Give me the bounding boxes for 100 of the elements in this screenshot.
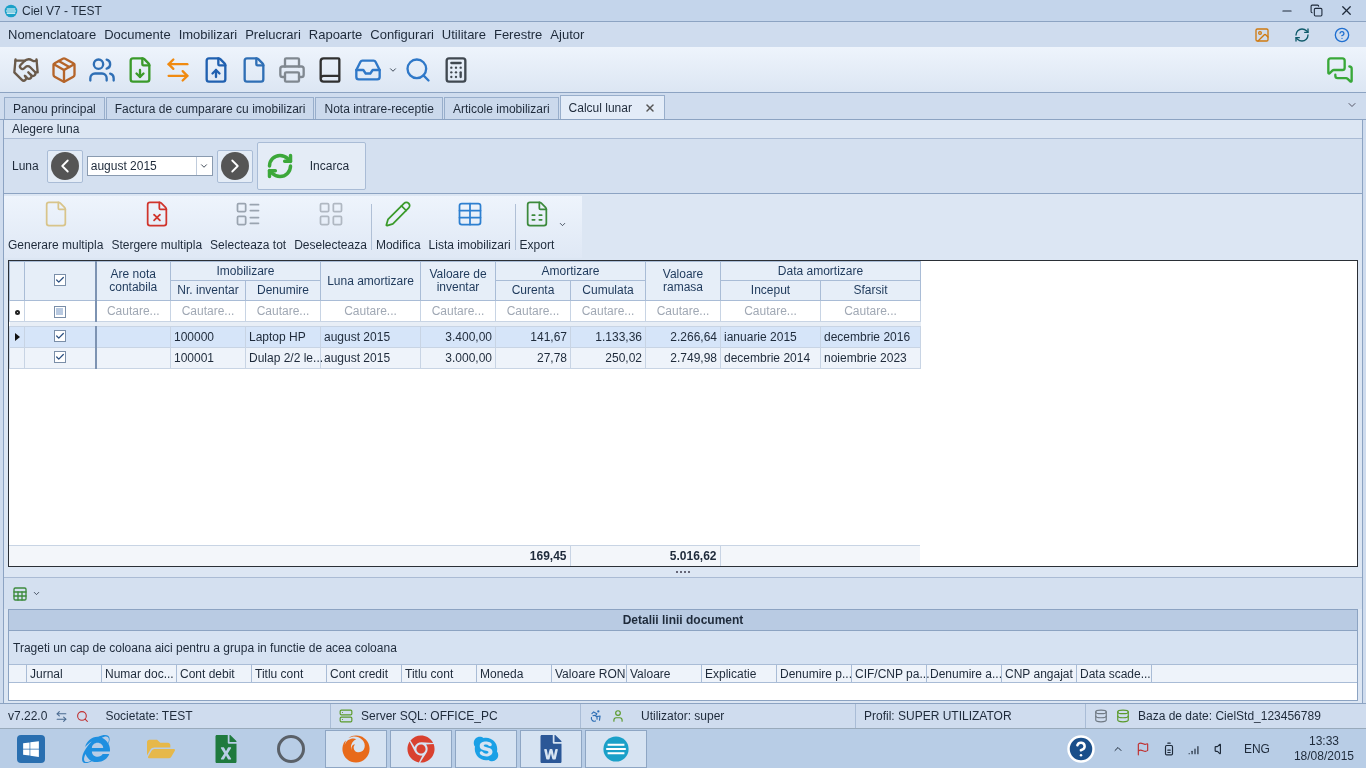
column-header[interactable]: Valoare RON bbox=[552, 665, 627, 682]
group-hint: Trageti un cap de coloana aici pentru a grupa in functie de acea coloana bbox=[13, 639, 397, 657]
table-cell: decembrie 2014 bbox=[724, 351, 811, 365]
panel-title: Detalii linii document bbox=[622, 612, 744, 629]
flag-icon[interactable] bbox=[1135, 741, 1150, 756]
column-header[interactable]: Valoare bbox=[627, 665, 702, 682]
toolbar-button[interactable]: Modifica bbox=[371, 196, 425, 258]
month-dropdown[interactable]: august 2015 bbox=[86, 156, 213, 176]
previous-button[interactable] bbox=[46, 149, 83, 183]
image-icon[interactable] bbox=[1254, 26, 1270, 43]
menu-item[interactable]: Utilitare bbox=[437, 24, 490, 45]
table-cell: Dulap 2/2 le... bbox=[249, 351, 324, 365]
restore-icon[interactable] bbox=[1310, 4, 1323, 17]
table-cell: 1.133,36 bbox=[595, 330, 642, 344]
column-header[interactable]: Moneda bbox=[477, 665, 552, 682]
pencil-icon bbox=[384, 200, 413, 228]
help-icon[interactable] bbox=[1334, 26, 1350, 43]
column-header[interactable]: Valoare ramasa bbox=[645, 261, 721, 301]
toolbar-button[interactable]: Deselecteaza bbox=[290, 196, 371, 258]
status-text: Profil: SUPER UTILIZATOR bbox=[864, 708, 1012, 725]
taskbar-button[interactable] bbox=[325, 729, 387, 768]
sheet-icon bbox=[12, 585, 28, 602]
table-cell: august 2015 bbox=[324, 351, 391, 365]
menu-item[interactable]: Prelucrari bbox=[241, 24, 305, 45]
menu-item[interactable]: Imobilizari bbox=[174, 24, 242, 45]
column-header[interactable]: Numar doc... bbox=[102, 665, 177, 682]
column-header[interactable]: Explicatie bbox=[702, 665, 777, 682]
table-cell: 100000 bbox=[174, 330, 215, 344]
app-logo-icon bbox=[602, 734, 630, 763]
checkbox[interactable] bbox=[53, 351, 66, 363]
circle-logo-icon bbox=[277, 734, 305, 763]
language-indicator[interactable]: ENG bbox=[1243, 739, 1270, 758]
column-header[interactable]: CNP angajat bbox=[1002, 665, 1077, 682]
table-cell: noiembrie 2023 bbox=[824, 351, 907, 365]
panel-title: Alegere luna bbox=[12, 121, 80, 138]
tab[interactable]: Panou principal bbox=[4, 97, 105, 119]
table-cell: 27,78 bbox=[536, 351, 567, 365]
field-label: Luna bbox=[12, 158, 39, 175]
column-header[interactable]: Jurnal bbox=[27, 665, 102, 682]
help-icon[interactable] bbox=[1065, 733, 1096, 764]
tab[interactable]: Articole imobilizari bbox=[443, 97, 559, 119]
checkbox[interactable] bbox=[53, 305, 66, 318]
status-text: Baza de date: CielStd_123456789 bbox=[1138, 708, 1321, 725]
toolbar-button[interactable]: Selecteaza tot bbox=[206, 196, 291, 258]
toolbar-button[interactable]: Lista imobilizari bbox=[424, 196, 515, 258]
database-icon bbox=[1116, 709, 1130, 723]
taskbar-button[interactable] bbox=[390, 729, 452, 768]
table-cell: 100001 bbox=[174, 351, 215, 365]
taskbar-button[interactable] bbox=[520, 729, 582, 768]
menu-item[interactable]: Rapoarte bbox=[304, 24, 367, 45]
browser-icon bbox=[82, 734, 110, 763]
column-header[interactable]: CIF/CNP pa... bbox=[852, 665, 927, 682]
checkbox[interactable] bbox=[53, 274, 66, 286]
column-header[interactable]: Denumire p... bbox=[777, 665, 852, 682]
status-text: Societate: TEST bbox=[105, 708, 193, 725]
caret-icon bbox=[32, 589, 41, 598]
column-header[interactable]: Data amortizare bbox=[720, 261, 921, 281]
menu-item[interactable]: Ajutor bbox=[546, 24, 589, 45]
browser-icon bbox=[342, 734, 370, 763]
person-icon bbox=[589, 709, 603, 723]
tab[interactable]: Calcul lunar bbox=[559, 95, 665, 119]
tab[interactable]: Factura de cumparare cu imobilizari bbox=[105, 97, 315, 119]
column-header[interactable]: Cont debit bbox=[177, 665, 252, 682]
menu-item[interactable]: Documente bbox=[100, 24, 175, 45]
menu-item[interactable]: Nomenclatoare bbox=[4, 24, 101, 45]
menu-item[interactable]: Ferestre bbox=[489, 24, 547, 45]
column-header[interactable]: Cont credit bbox=[327, 665, 402, 682]
refresh-icon bbox=[265, 152, 294, 180]
table-cell: august 2015 bbox=[324, 330, 391, 344]
caret-icon bbox=[558, 220, 568, 229]
close-icon[interactable] bbox=[643, 101, 656, 114]
clock[interactable]: 13:33 18/08/2015 bbox=[1293, 733, 1354, 764]
table-cell: 141,67 bbox=[530, 330, 567, 344]
column-header[interactable]: Imobilizare bbox=[170, 261, 321, 281]
filter-icon bbox=[14, 310, 20, 315]
toolbar-button[interactable]: Generare multipla bbox=[4, 196, 108, 258]
browser-icon bbox=[407, 734, 435, 763]
app-logo-icon bbox=[4, 3, 18, 18]
column-header[interactable]: Are nota contabila bbox=[95, 261, 171, 301]
tab[interactable]: Nota intrare-receptie bbox=[315, 97, 443, 119]
column-header[interactable]: Amortizare bbox=[495, 261, 646, 281]
status-text: Utilizator: super bbox=[641, 708, 725, 725]
column-header[interactable]: Data scade... bbox=[1077, 665, 1152, 682]
refresh-icon[interactable] bbox=[1294, 26, 1310, 43]
load-button[interactable]: Incarca bbox=[256, 142, 366, 190]
checkbox[interactable] bbox=[53, 330, 66, 342]
column-header[interactable]: Luna amortizare bbox=[320, 261, 421, 301]
column-header[interactable]: Valoare de inventar bbox=[420, 261, 496, 301]
next-button[interactable] bbox=[216, 149, 253, 183]
column-header[interactable]: Titlu cont bbox=[252, 665, 327, 682]
toolbar-button[interactable]: Stergere multipla bbox=[107, 196, 207, 258]
current-row-icon bbox=[14, 333, 20, 341]
menu-item[interactable]: Configurari bbox=[366, 24, 438, 45]
search-icon bbox=[76, 709, 90, 723]
close-icon[interactable] bbox=[1339, 3, 1354, 18]
column-header[interactable]: Titlu cont bbox=[402, 665, 477, 682]
taskbar-button[interactable] bbox=[585, 729, 647, 768]
transfer-icon bbox=[55, 709, 69, 723]
toolbar-button[interactable]: Export bbox=[515, 196, 571, 258]
user-icon bbox=[611, 709, 625, 723]
